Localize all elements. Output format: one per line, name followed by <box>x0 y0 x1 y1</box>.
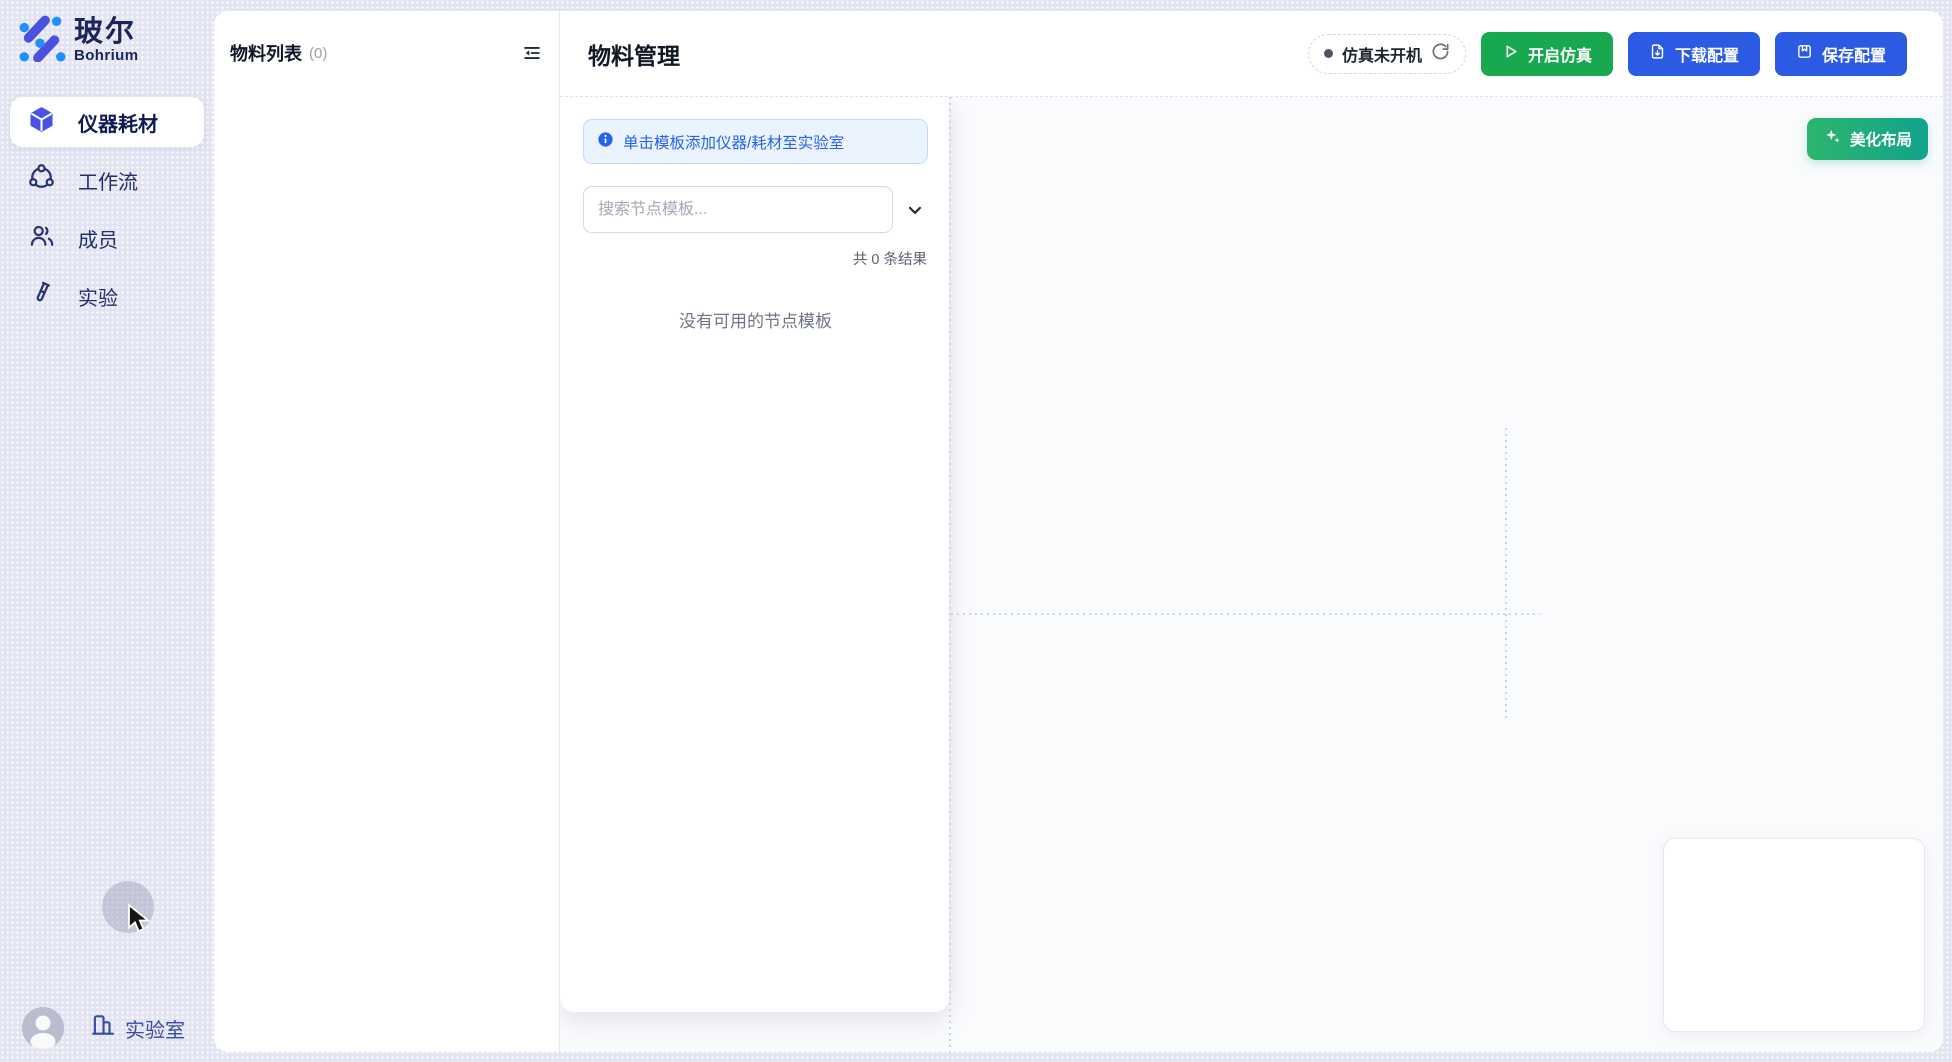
work-area: 物料管理 仿真未开机 <box>560 11 1943 1052</box>
cube-icon <box>28 106 55 139</box>
sidebar-item-instruments[interactable]: 仪器耗材 <box>10 97 204 147</box>
user-avatar[interactable] <box>22 1007 64 1049</box>
canvas-guide-horizontal <box>951 613 1540 615</box>
sidebar-menu: 仪器耗材 工作流 <box>0 97 214 321</box>
sparkles-icon <box>1823 127 1842 151</box>
download-file-icon <box>1649 43 1666 65</box>
sidebar-footer: 实验室 <box>0 1007 214 1049</box>
sidebar-item-experiments[interactable]: 实验 <box>10 271 204 321</box>
brand-name-en: Bohrium <box>74 47 138 64</box>
canvas-guide-vertical-2 <box>1505 428 1507 720</box>
mouse-cursor <box>126 903 153 942</box>
button-label: 下载配置 <box>1675 42 1739 66</box>
save-icon <box>1796 43 1813 65</box>
button-label: 保存配置 <box>1822 42 1886 66</box>
chevron-down-icon[interactable] <box>902 197 928 223</box>
brand-logo: 玻尔 Bohrium <box>0 0 214 67</box>
template-search-input[interactable] <box>583 186 893 233</box>
material-list-panel: 物料列表 (0) <box>214 11 560 1052</box>
material-list-title: 物料列表 <box>230 40 302 66</box>
canvas-guide-vertical-1 <box>949 97 951 1052</box>
page-title: 物料管理 <box>588 37 680 71</box>
play-icon <box>1502 43 1519 65</box>
header-controls: 仿真未开机 <box>1308 32 1907 76</box>
building-icon <box>90 1012 116 1044</box>
members-icon <box>28 222 55 255</box>
material-list-count: (0) <box>309 45 327 62</box>
canvas-minimap[interactable] <box>1663 838 1925 1032</box>
collapse-panel-button[interactable] <box>519 40 545 66</box>
start-simulation-button[interactable]: 开启仿真 <box>1481 32 1613 76</box>
sidebar-item-members[interactable]: 成员 <box>10 213 204 263</box>
lab-switcher[interactable]: 实验室 <box>90 1012 185 1044</box>
beautify-layout-button[interactable]: 美化布局 <box>1807 118 1928 160</box>
sidebar: 玻尔 Bohrium 仪器耗材 <box>0 0 214 1062</box>
brand-name-cn: 玻尔 <box>74 17 138 47</box>
workflow-icon <box>28 164 55 197</box>
template-panel: 单击模板添加仪器/耗材至实验室 共 0 条结果 没有可用的节点模板 <box>560 97 949 1012</box>
main-card: 物料列表 (0) 物料管理 仿 <box>214 11 1943 1052</box>
empty-templates-text: 没有可用的节点模板 <box>583 307 928 332</box>
save-config-button[interactable]: 保存配置 <box>1775 32 1907 76</box>
info-icon <box>597 131 614 153</box>
flow-canvas[interactable]: 单击模板添加仪器/耗材至实验室 共 0 条结果 没有可用的节点模板 <box>560 97 1943 1052</box>
refresh-icon[interactable] <box>1431 42 1450 66</box>
hint-banner-text: 单击模板添加仪器/耗材至实验室 <box>623 131 844 153</box>
sidebar-item-label: 成员 <box>78 224 118 253</box>
sidebar-item-label: 工作流 <box>78 166 138 195</box>
simulation-status-pill: 仿真未开机 <box>1308 34 1466 74</box>
sidebar-item-label: 实验 <box>78 282 118 311</box>
test-tube-icon <box>28 280 55 313</box>
download-config-button[interactable]: 下载配置 <box>1628 32 1760 76</box>
hint-banner: 单击模板添加仪器/耗材至实验室 <box>583 119 928 164</box>
sidebar-item-workflow[interactable]: 工作流 <box>10 155 204 205</box>
template-search-row <box>583 186 928 233</box>
material-list-header: 物料列表 (0) <box>214 11 559 95</box>
bohrium-logo-icon <box>18 14 66 67</box>
page-header: 物料管理 仿真未开机 <box>560 11 1943 97</box>
sidebar-item-label: 仪器耗材 <box>78 108 158 137</box>
button-label: 开启仿真 <box>1528 42 1592 66</box>
app-screen: 玻尔 Bohrium 仪器耗材 <box>0 0 1952 1062</box>
status-label: 仿真未开机 <box>1342 42 1422 66</box>
beautify-label: 美化布局 <box>1850 128 1912 150</box>
status-dot-icon <box>1324 49 1333 58</box>
result-count: 共 0 条结果 <box>583 248 928 269</box>
lab-label: 实验室 <box>125 1014 185 1043</box>
